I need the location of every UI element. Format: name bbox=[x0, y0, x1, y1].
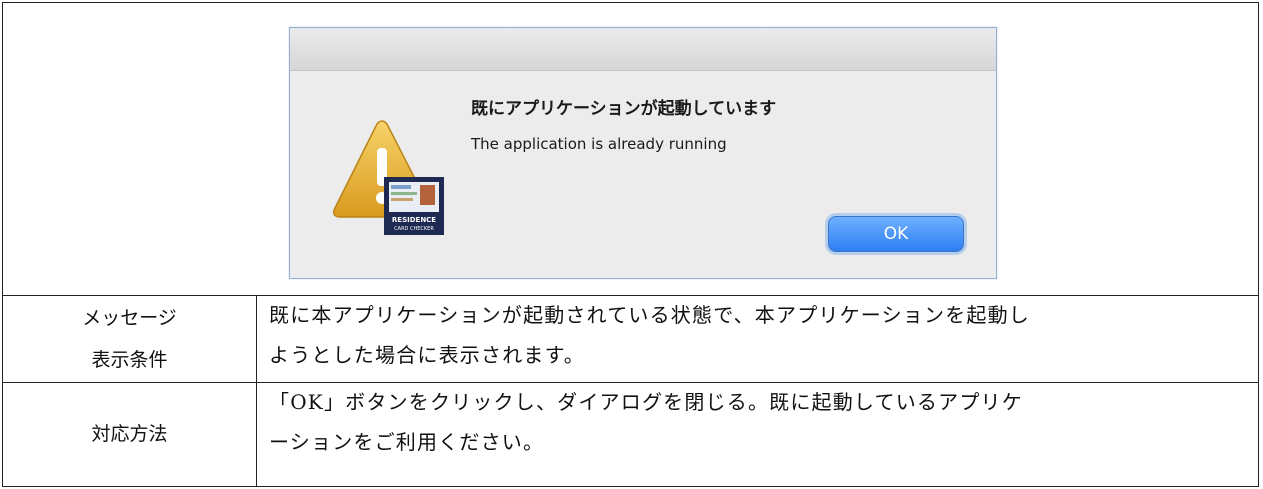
app-badge-icon: RESIDENCE CARD CHECKER bbox=[384, 177, 444, 235]
dialog-titlebar[interactable] bbox=[290, 28, 996, 71]
dialog-screenshot-row: RESIDENCE CARD CHECKER 既にアプリケーションが起動していま… bbox=[3, 3, 1258, 296]
action-text: 「OK」ボタンをクリックし、ダイアログを閉じる。既に起動しているアプリケ ーショ… bbox=[257, 382, 1258, 486]
condition-text-line1: 既に本アプリケーションが起動されている状態で、本アプリケーションを起動し bbox=[269, 303, 1030, 327]
message-spec-table: RESIDENCE CARD CHECKER 既にアプリケーションが起動していま… bbox=[2, 2, 1259, 487]
action-text-line1: 「OK」ボタンをクリックし、ダイアログを閉じる。既に起動しているアプリケ bbox=[269, 390, 1023, 414]
condition-label-line2: 表示条件 bbox=[91, 348, 168, 371]
alert-dialog: RESIDENCE CARD CHECKER 既にアプリケーションが起動していま… bbox=[289, 27, 997, 279]
condition-text: 既に本アプリケーションが起動されている状態で、本アプリケーションを起動し ようと… bbox=[257, 295, 1258, 382]
warning-icon: RESIDENCE CARD CHECKER bbox=[332, 120, 444, 235]
badge-text-1: RESIDENCE bbox=[392, 216, 436, 224]
badge-text-2: CARD CHECKER bbox=[394, 226, 434, 232]
condition-label: メッセージ 表示条件 bbox=[3, 295, 257, 382]
condition-text-line2: ようとした場合に表示されます。 bbox=[269, 343, 585, 367]
dialog-message: The application is already running bbox=[471, 135, 727, 153]
action-text-line2: ーションをご利用ください。 bbox=[269, 430, 545, 454]
condition-label-line1: メッセージ bbox=[82, 306, 177, 329]
action-label: 対応方法 bbox=[3, 382, 257, 486]
condition-row: メッセージ 表示条件 既に本アプリケーションが起動されている状態で、本アプリケー… bbox=[3, 295, 1258, 383]
dialog-title: 既にアプリケーションが起動しています bbox=[471, 99, 777, 119]
action-row: 対応方法 「OK」ボタンをクリックし、ダイアログを閉じる。既に起動しているアプリ… bbox=[3, 382, 1258, 486]
action-label-text: 対応方法 bbox=[91, 423, 168, 445]
ok-button[interactable]: OK bbox=[828, 216, 964, 252]
